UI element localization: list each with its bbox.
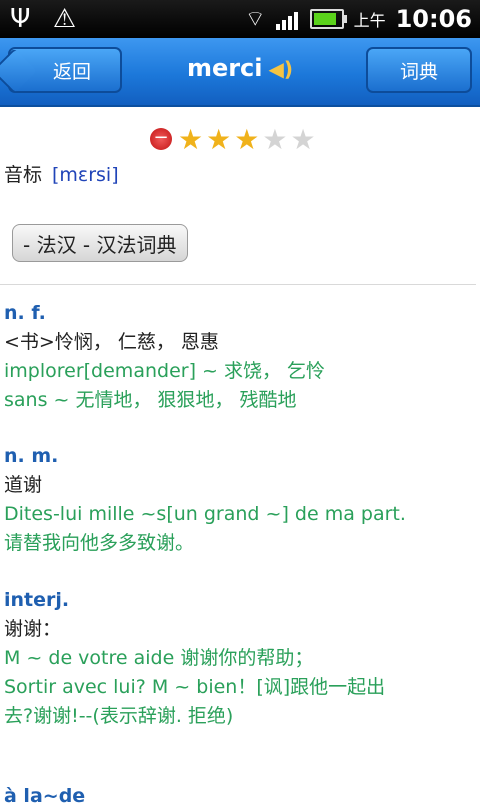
example-text: 去?谢谢!--(表示辞谢. 拒绝) <box>4 705 234 727</box>
definition-entry: n. m. 道谢 Dites-lui mille ~s[un grand ~] … <box>4 442 476 558</box>
example-text: M ~ de votre aide 谢谢你的帮助； <box>4 647 314 669</box>
battery-icon <box>309 9 347 29</box>
example-text: implorer[demander] ~ 求饶， 乞怜 <box>4 360 326 382</box>
part-of-speech: interj. <box>4 589 70 611</box>
definition-entry: à la~de <box>4 782 476 811</box>
phonetic-ipa: [mɛrsi] <box>52 164 119 186</box>
definition-entry: n. f. <书>怜悯， 仁慈， 恩惠 implorer[demander] ~… <box>4 299 476 415</box>
speaker-icon[interactable]: ◀) <box>269 57 294 81</box>
dictionary-tag-button[interactable]: - 法汉 - 汉法词典 <box>12 224 188 262</box>
page-title: merci ◀) <box>160 54 320 82</box>
wifi-icon: ⌔ <box>244 7 266 32</box>
example-text: Sortir avec lui? M ~ bien！[讽]跟他一起出 <box>4 676 386 698</box>
title-bar: 返回 merci ◀) 词典 <box>0 38 480 107</box>
dictionary-button[interactable]: 词典 <box>366 47 472 93</box>
example-text: sans ~ 无情地， 狠狠地， 残酷地 <box>4 389 297 411</box>
star-icon[interactable]: ★ <box>262 123 287 156</box>
part-of-speech: n. f. <box>4 302 46 324</box>
usb-icon: Ψ <box>10 4 31 34</box>
clock-time: 10:06 <box>395 5 472 33</box>
status-bar: Ψ ⚠ ⌔ 上午 10:06 <box>0 0 480 38</box>
phonetic-row: 音标 [mɛrsi] <box>4 160 119 187</box>
star-icon[interactable]: ★ <box>290 123 315 156</box>
phonetic-label: 音标 <box>4 164 43 186</box>
star-icon[interactable]: ★ <box>206 123 231 156</box>
part-of-speech: à la~de <box>4 785 86 807</box>
definition-text: 谢谢： <box>4 618 62 640</box>
dictionary-button-label: 词典 <box>399 60 438 83</box>
star-icon[interactable]: ★ <box>178 123 203 156</box>
remove-rating-icon[interactable]: − <box>150 128 172 150</box>
star-icon[interactable]: ★ <box>234 123 259 156</box>
signal-icon <box>275 8 300 30</box>
definition-text: <书>怜悯， 仁慈， 恩惠 <box>4 331 219 353</box>
example-text: Dites-lui mille ~s[un grand ~] de ma par… <box>4 503 406 525</box>
word-title: merci <box>186 54 263 82</box>
definition-text: 道谢 <box>4 474 43 496</box>
example-text: 请替我向他多多致谢。 <box>4 532 195 554</box>
rating-widget: − ★ ★ ★ ★ ★ <box>150 123 319 156</box>
warning-icon: ⚠ <box>52 4 77 34</box>
definition-entry: interj. 谢谢： M ~ de votre aide 谢谢你的帮助； So… <box>4 586 476 731</box>
part-of-speech: n. m. <box>4 445 59 467</box>
dictionary-tag-label: - 法汉 - 汉法词典 <box>23 232 177 257</box>
back-button-label: 返回 <box>52 60 91 83</box>
divider <box>0 284 476 285</box>
clock-ampm: 上午 <box>353 11 386 30</box>
back-button[interactable]: 返回 <box>8 47 122 93</box>
